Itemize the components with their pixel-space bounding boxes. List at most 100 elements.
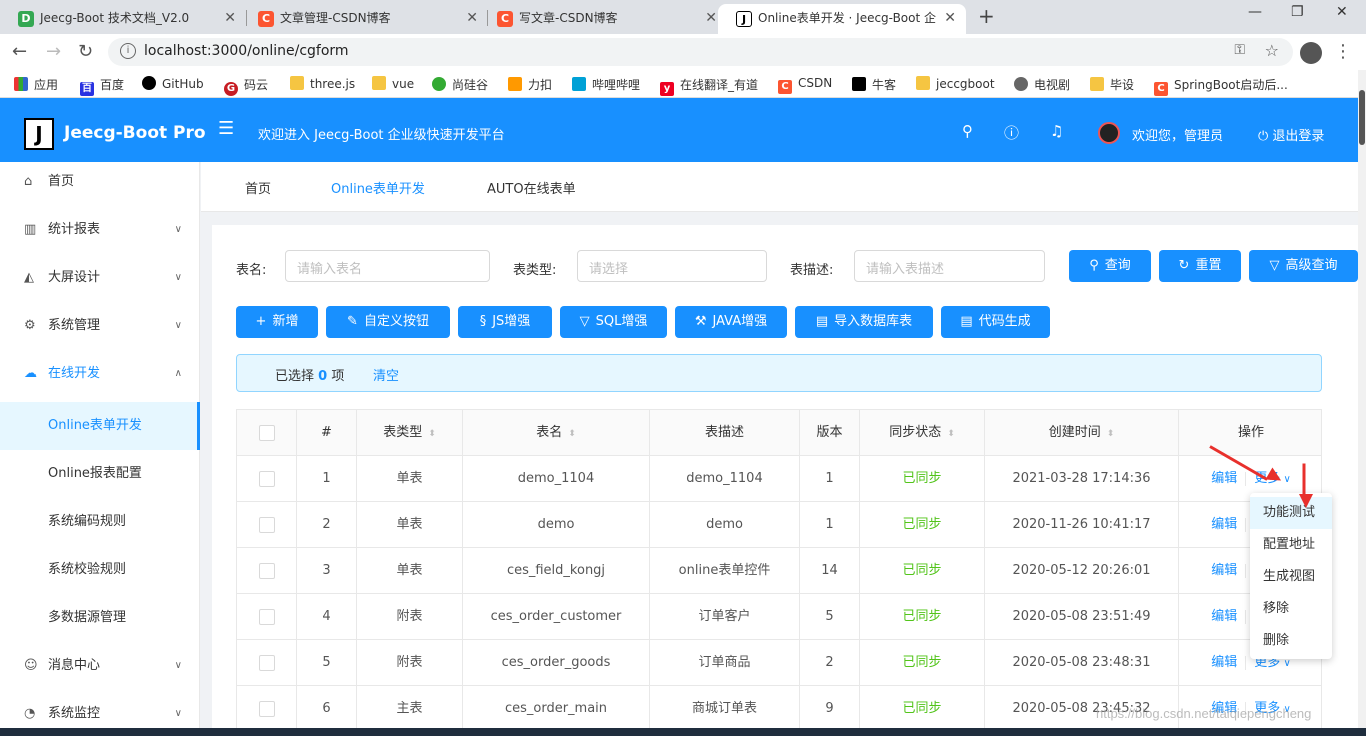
- clear-selection-link[interactable]: 清空: [373, 365, 399, 384]
- add-button[interactable]: + 新增: [236, 306, 318, 338]
- bookmark-item[interactable]: 力扣: [508, 76, 552, 93]
- reload-icon[interactable]: ↻: [78, 41, 93, 62]
- maximize-icon[interactable]: ❐: [1291, 4, 1304, 20]
- query-button[interactable]: ⚲ 查询: [1069, 250, 1151, 282]
- url-input[interactable]: i localhost:3000/online/cgform ⚿ ☆: [108, 38, 1293, 66]
- tab-home[interactable]: 首页: [245, 178, 271, 197]
- menu-item-function-test[interactable]: 功能测试: [1250, 497, 1332, 529]
- bookmark-item[interactable]: 尚硅谷: [432, 76, 488, 93]
- row-checkbox[interactable]: [258, 608, 275, 625]
- forward-icon[interactable]: →: [46, 41, 61, 62]
- js-enhance-button[interactable]: § JS增强: [458, 306, 552, 338]
- star-icon[interactable]: ☆: [1265, 41, 1279, 60]
- menu-fold-icon[interactable]: ☰: [218, 118, 234, 139]
- edit-link[interactable]: 编辑: [1211, 609, 1237, 624]
- sidebar-item-reports[interactable]: ▥ 统计报表 ∨: [0, 210, 200, 250]
- new-tab-icon[interactable]: +: [978, 4, 995, 28]
- menu-item-remove[interactable]: 移除: [1250, 593, 1332, 625]
- column-header[interactable]: 表类型 ⬍: [357, 410, 463, 456]
- sidebar-subitem-datasource[interactable]: 多数据源管理: [0, 598, 200, 638]
- bookmark-item[interactable]: G 码云: [224, 76, 268, 96]
- reset-button[interactable]: ↻ 重置: [1159, 250, 1241, 282]
- edit-link[interactable]: 编辑: [1211, 655, 1237, 670]
- bookmark-item[interactable]: 哔哩哔哩: [572, 76, 640, 93]
- sidebar-subitem-online-form[interactable]: Online表单开发: [0, 402, 200, 450]
- sidebar-item-messages[interactable]: ☺ 消息中心 ∨: [0, 646, 200, 686]
- scrollbar-thumb[interactable]: [1359, 90, 1365, 145]
- table-desc-input[interactable]: 请输入表描述: [854, 250, 1045, 282]
- advanced-query-button[interactable]: ▽ 高级查询: [1249, 250, 1358, 282]
- row-checkbox[interactable]: [258, 470, 275, 487]
- import-db-button[interactable]: ▤ 导入数据库表: [795, 306, 933, 338]
- browser-tab-active[interactable]: J Online表单开发 · Jeecg-Boot 企 ✕: [718, 4, 966, 34]
- table-name-input[interactable]: 请输入表名: [285, 250, 490, 282]
- bell-icon[interactable]: ♫: [1050, 122, 1063, 140]
- more-vert-icon[interactable]: ⋮: [1334, 41, 1352, 62]
- bookmark-item[interactable]: 牛客: [852, 76, 896, 93]
- sort-icon[interactable]: ⬍: [947, 429, 955, 439]
- row-checkbox[interactable]: [258, 516, 275, 533]
- column-header[interactable]: 表名 ⬍: [463, 410, 650, 456]
- tab-auto-form[interactable]: AUTO在线表单: [487, 178, 576, 197]
- browser-tab[interactable]: C 文章管理-CSDN博客 ✕: [240, 4, 488, 34]
- sidebar-subitem-online-report[interactable]: Online报表配置: [0, 454, 200, 494]
- custom-button-button[interactable]: ✎ 自定义按钮: [326, 306, 450, 338]
- bookmark-item[interactable]: GitHub: [142, 76, 204, 91]
- profile-icon[interactable]: [1300, 42, 1322, 64]
- tab-online-form[interactable]: Online表单开发: [331, 178, 425, 197]
- close-icon[interactable]: ✕: [944, 4, 956, 32]
- info-icon[interactable]: i: [120, 43, 136, 59]
- close-icon[interactable]: ✕: [224, 4, 236, 32]
- minimize-icon[interactable]: —: [1248, 4, 1262, 20]
- column-header[interactable]: 创建时间 ⬍: [985, 410, 1179, 456]
- sidebar-item-online-dev[interactable]: ☁ 在线开发 ∧: [0, 354, 200, 394]
- logout-button[interactable]: ⏻ 退出登录: [1258, 125, 1324, 144]
- select-all-checkbox[interactable]: [258, 424, 275, 441]
- edit-link[interactable]: 编辑: [1211, 471, 1237, 486]
- bookmark-item[interactable]: 毕设: [1090, 76, 1134, 93]
- codegen-button[interactable]: ▤ 代码生成: [941, 306, 1050, 338]
- close-icon[interactable]: ✕: [705, 4, 717, 32]
- column-header[interactable]: 同步状态 ⬍: [860, 410, 985, 456]
- sidebar-item-screen-design[interactable]: ◭ 大屏设计 ∨: [0, 258, 200, 298]
- browser-tab[interactable]: C 写文章-CSDN博客 ✕: [479, 4, 727, 34]
- bookmark-item[interactable]: jeccgboot: [916, 76, 995, 91]
- bookmark-item[interactable]: y 在线翻译_有道: [660, 76, 758, 96]
- back-icon[interactable]: ←: [12, 41, 27, 62]
- bookmark-item[interactable]: three.js: [290, 76, 355, 91]
- bookmark-item[interactable]: 百百度: [80, 76, 124, 96]
- sort-icon[interactable]: ⬍: [428, 429, 436, 439]
- bookmark-item[interactable]: 电视剧: [1014, 76, 1070, 93]
- row-checkbox[interactable]: [258, 562, 275, 579]
- user-greeting[interactable]: 欢迎您，管理员: [1132, 125, 1223, 144]
- row-checkbox[interactable]: [258, 654, 275, 671]
- browser-tab[interactable]: D Jeecg-Boot 技术文档_V2.0 ✕: [0, 4, 246, 34]
- sql-enhance-button[interactable]: ▽ SQL增强: [560, 306, 667, 338]
- search-icon[interactable]: ⚲: [962, 122, 973, 140]
- sidebar-item-system[interactable]: ⚙ 系统管理 ∨: [0, 306, 200, 346]
- sidebar-subitem-check-rule[interactable]: 系统校验规则: [0, 550, 200, 590]
- edit-link[interactable]: 编辑: [1211, 517, 1237, 532]
- key-icon[interactable]: ⚿: [1234, 42, 1245, 58]
- help-icon[interactable]: ⓘ: [1004, 122, 1019, 143]
- bookmark-item[interactable]: vue: [372, 76, 414, 91]
- bookmark-item[interactable]: 应用: [14, 76, 58, 93]
- menu-item-config-address[interactable]: 配置地址: [1250, 529, 1332, 561]
- sidebar-subitem-code-rule[interactable]: 系统编码规则: [0, 502, 200, 542]
- bookmark-item[interactable]: C SpringBoot启动后...: [1154, 76, 1288, 96]
- edit-link[interactable]: 编辑: [1211, 563, 1237, 578]
- close-icon[interactable]: ✕: [466, 4, 478, 32]
- scrollbar[interactable]: [1358, 70, 1366, 736]
- sidebar-item-home[interactable]: ⌂ 首页: [0, 162, 200, 202]
- sort-icon[interactable]: ⬍: [1107, 429, 1115, 439]
- menu-item-generate-view[interactable]: 生成视图: [1250, 561, 1332, 593]
- java-enhance-button[interactable]: ⚒ JAVA增强: [675, 306, 787, 338]
- sort-icon[interactable]: ⬍: [568, 429, 576, 439]
- table-type-select[interactable]: 请选择: [577, 250, 767, 282]
- avatar[interactable]: [1098, 122, 1120, 144]
- bookmark-item[interactable]: C CSDN: [778, 76, 832, 94]
- window-close-icon[interactable]: ✕: [1336, 4, 1348, 20]
- row-checkbox[interactable]: [258, 700, 275, 717]
- nowcoder-icon: [852, 77, 866, 91]
- menu-item-delete[interactable]: 删除: [1250, 625, 1332, 657]
